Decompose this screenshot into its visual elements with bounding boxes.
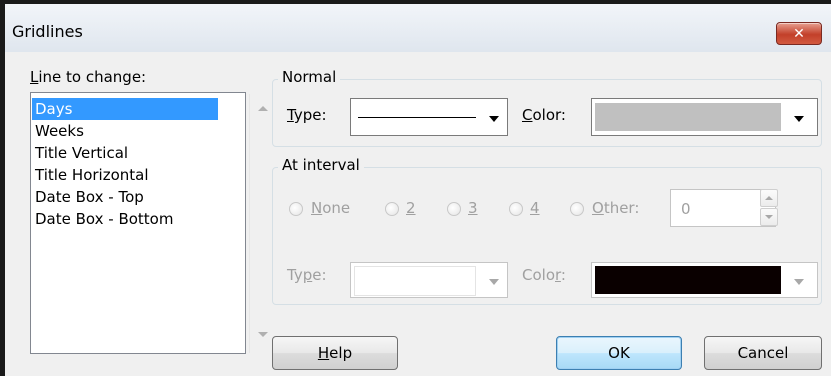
dropdown-arrow-icon — [489, 116, 499, 122]
normal-color-label: Color: — [522, 106, 566, 124]
radio-3-label: 3 — [468, 199, 478, 217]
radio-2[interactable] — [385, 202, 399, 216]
list-item-title-vertical[interactable]: Title Vertical — [32, 142, 128, 164]
normal-color-dropdown[interactable] — [591, 98, 818, 136]
spin-up-button[interactable] — [760, 189, 778, 207]
close-icon: ✕ — [793, 25, 805, 42]
interval-color-swatch — [595, 266, 781, 294]
spin-up-icon — [765, 196, 773, 200]
solid-line-swatch — [358, 117, 476, 118]
radio-none-label: None — [311, 199, 351, 217]
line-to-change-label: Line to change: — [30, 68, 147, 86]
dropdown-arrow-icon — [794, 116, 804, 122]
dialog-title: Gridlines — [12, 22, 83, 41]
radio-4-label: 4 — [530, 199, 540, 217]
radio-2-label: 2 — [406, 199, 416, 217]
radio-3[interactable] — [447, 202, 461, 216]
interval-type-label: Type: — [287, 266, 327, 284]
dropdown-arrow-icon — [489, 279, 499, 285]
scroll-up-icon[interactable] — [258, 106, 268, 111]
list-item-title-horizontal[interactable]: Title Horizontal — [32, 164, 149, 186]
ok-button[interactable]: OK — [556, 336, 682, 370]
radio-4[interactable] — [509, 202, 523, 216]
spin-down-button[interactable] — [760, 208, 778, 226]
normal-color-swatch — [595, 103, 781, 131]
normal-group-label: Normal — [278, 68, 341, 86]
scroll-down-icon[interactable] — [258, 332, 268, 337]
interval-color-label: Color: — [522, 266, 566, 284]
help-button[interactable]: Help — [272, 336, 398, 370]
list-item-days[interactable]: Days — [32, 98, 218, 120]
normal-type-label: Type: — [287, 106, 327, 124]
list-item-date-box-bottom[interactable]: Date Box - Bottom — [32, 208, 173, 230]
interval-type-swatch — [354, 266, 476, 296]
title-bar — [5, 4, 831, 52]
normal-type-dropdown[interactable] — [350, 98, 508, 136]
other-interval-spinner[interactable] — [760, 189, 778, 227]
list-item-date-box-top[interactable]: Date Box - Top — [32, 186, 144, 208]
close-button[interactable]: ✕ — [776, 22, 822, 45]
line-to-change-listbox[interactable]: Days Weeks Title Vertical Title Horizont… — [30, 92, 276, 354]
dropdown-arrow-icon — [794, 279, 804, 285]
radio-other-label: Other: — [592, 199, 640, 217]
other-interval-value: 0 — [681, 200, 691, 218]
interval-type-dropdown[interactable] — [350, 262, 508, 298]
at-interval-group-label: At interval — [278, 156, 364, 174]
cancel-button[interactable]: Cancel — [704, 336, 822, 370]
radio-none[interactable] — [289, 202, 303, 216]
spin-down-icon — [765, 215, 773, 219]
radio-other[interactable] — [570, 202, 584, 216]
list-item-weeks[interactable]: Weeks — [32, 120, 84, 142]
interval-color-dropdown[interactable] — [591, 262, 818, 298]
